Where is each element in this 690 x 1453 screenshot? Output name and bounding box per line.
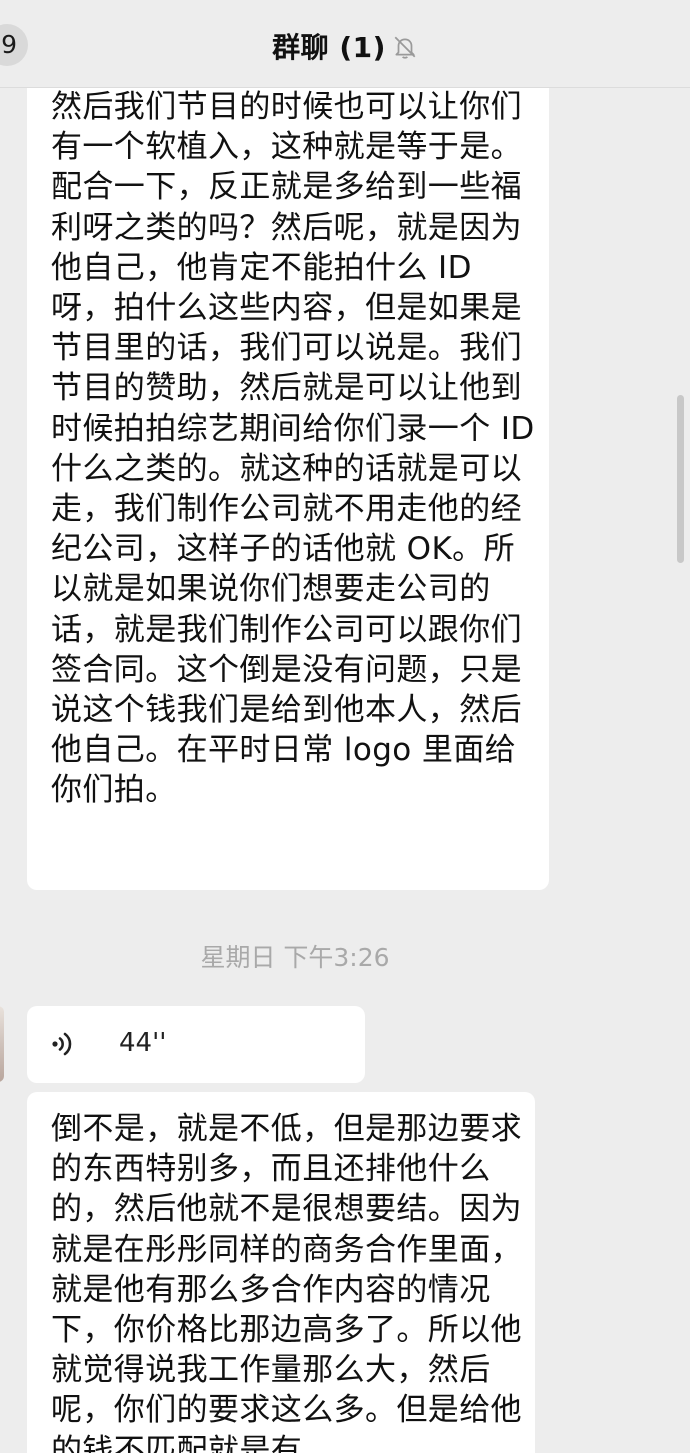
- voice-duration: 44'': [119, 1028, 167, 1058]
- mute-bell-icon: [394, 36, 416, 59]
- voice-message-bubble[interactable]: 44'': [27, 1006, 365, 1083]
- voice-wave-icon: [52, 1032, 72, 1056]
- message-bubble-text[interactable]: 然后我们节目的时候也可以让你们有一个软植入，这种就是等于是。配合一下，反正就是多…: [27, 60, 549, 890]
- chat-title: 群聊 (1): [272, 31, 386, 64]
- message-timestamp: 星期日 下午3:26: [200, 943, 390, 972]
- sender-avatar[interactable]: [0, 1006, 4, 1082]
- chat-header: 9 群聊 (1): [0, 0, 690, 88]
- message-bubble-text[interactable]: 倒不是，就是不低，但是那边要求的东西特别多，而且还排他什么的，然后他就不是很想要…: [27, 1092, 535, 1453]
- chat-screen: 然后我们节目的时候也可以让你们有一个软植入，这种就是等于是。配合一下，反正就是多…: [0, 0, 690, 1453]
- chat-title-container[interactable]: 群聊 (1): [0, 26, 690, 66]
- scrollbar[interactable]: [677, 395, 684, 563]
